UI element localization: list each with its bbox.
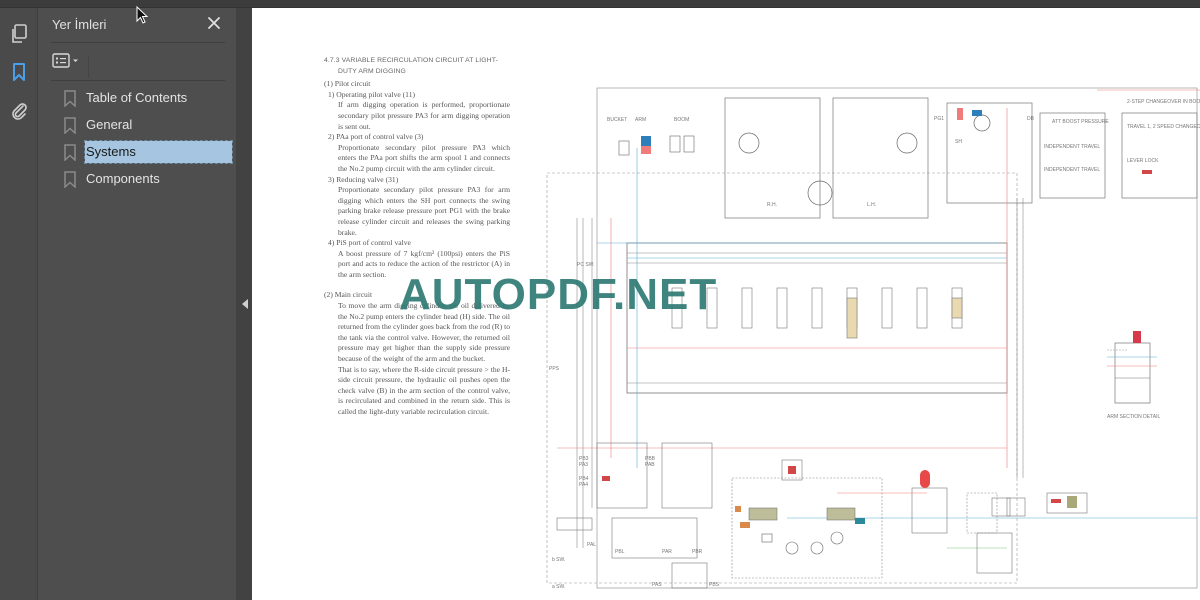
svg-text:PAR: PAR — [662, 549, 672, 555]
pages-button[interactable] — [7, 22, 31, 46]
pilot-valve-right — [661, 442, 713, 509]
svg-text:INDEPENDENT TRAVEL: INDEPENDENT TRAVEL — [1044, 144, 1100, 150]
heading: (2) Main circuit — [324, 290, 373, 300]
paragraph: Proportionate secondary pilot pressure P… — [338, 185, 510, 237]
pages-icon — [12, 24, 27, 43]
accumulator-block — [911, 487, 948, 534]
heading: (1) Pilot circuit — [324, 79, 371, 89]
section-heading-cont: DUTY ARM DIGGING — [338, 67, 406, 75]
heading: 3) Reducing valve (31) — [328, 174, 399, 184]
paragraph: If arm digging operation is performed, p… — [338, 100, 510, 131]
svg-text:LEVER LOCK: LEVER LOCK — [1127, 158, 1159, 164]
list-options-icon — [52, 53, 78, 68]
left-nav-rail — [0, 8, 38, 600]
bookmark-label: Components — [86, 171, 160, 186]
bookmark-general[interactable]: General — [64, 113, 232, 137]
pump-unit-rh — [724, 97, 821, 219]
svg-text:2-STEP CHANGEOVER IN BOOM LOWE: 2-STEP CHANGEOVER IN BOOM LOWERING MAX. … — [1127, 99, 1200, 105]
svg-text:PAL: PAL — [587, 542, 596, 548]
section-heading: 4.7.3 VARIABLE RECIRCULATION CIRCUIT AT … — [324, 57, 498, 64]
svg-text:PBL: PBL — [615, 549, 625, 555]
svg-text:DB: DB — [1027, 116, 1035, 122]
svg-text:PBR: PBR — [692, 549, 703, 555]
close-panel-button[interactable] — [204, 13, 224, 33]
toolbar-divider — [88, 56, 89, 78]
bookmark-components[interactable]: Components — [64, 167, 232, 191]
pump-unit-lh — [832, 97, 929, 219]
svg-text:INDEPENDENT TRAVEL: INDEPENDENT TRAVEL — [1044, 167, 1100, 173]
solenoid-block-33 — [1039, 112, 1106, 199]
svg-text:PBS: PBS — [709, 582, 720, 588]
paperclip-icon — [12, 103, 27, 120]
control-valve — [626, 242, 1008, 394]
bookmark-label: General — [86, 117, 133, 132]
diagram-border — [596, 87, 1198, 589]
heading: 1) Operating pilot valve (11) — [328, 89, 416, 99]
boom-cylinders: BOOM — [669, 117, 695, 153]
label-arm: ARM — [635, 117, 646, 123]
panel-title: Yer İmleri — [52, 17, 107, 32]
hydraulic-circuit-diagram: BUCKET ARM BOOM R.H. L.H. PG1 DB SH ATT … — [546, 87, 1200, 590]
divider — [51, 42, 225, 43]
svg-text:PC SW.: PC SW. — [577, 262, 595, 268]
arm-section-detail: ARM SECTION DETAIL — [1107, 331, 1160, 420]
chevron-left-icon — [242, 299, 248, 309]
svg-text:PPS: PPS — [549, 366, 560, 372]
bookmark-icon — [64, 170, 76, 188]
paragraph: A boost pressure of 7 kgf/cm² (100psi) e… — [338, 248, 510, 279]
document-viewer[interactable]: 4.7.3 VARIABLE RECIRCULATION CIRCUIT AT … — [252, 8, 1200, 600]
bookmark-table-of-contents[interactable]: Table of Contents — [64, 86, 232, 110]
collapse-panel-button[interactable] — [240, 297, 250, 311]
arm-cylinder: ARM — [635, 117, 651, 154]
arm-section-detail-label: ARM SECTION DETAIL — [1107, 414, 1160, 420]
title-bar — [0, 0, 1200, 8]
svg-text:TRAVEL 1, 2 SPEED CHANGEOVER: TRAVEL 1, 2 SPEED CHANGEOVER — [1127, 124, 1200, 130]
bookmark-label: Systems — [84, 140, 233, 164]
paragraph: That is to say, where the R-side circuit… — [338, 364, 510, 416]
attachments-button[interactable] — [7, 98, 31, 122]
label-bucket: BUCKET — [607, 117, 627, 123]
svg-text:R.H.: R.H. — [767, 202, 777, 208]
bookmarks-button[interactable] — [7, 60, 31, 84]
bookmark-icon — [64, 143, 76, 161]
bookmark-systems[interactable]: Systems — [64, 140, 233, 164]
bucket-cylinder: BUCKET — [607, 117, 630, 156]
svg-text:PAS: PAS — [652, 582, 662, 588]
bookmark-icon — [64, 116, 76, 134]
page-text: 4.7.3 VARIABLE RECIRCULATION CIRCUIT AT … — [324, 56, 510, 418]
label-boom: BOOM — [674, 117, 689, 123]
divider — [51, 80, 225, 81]
bookmark-icon — [64, 89, 76, 107]
travel-pilot-valve — [611, 517, 698, 559]
heading: 2) PAa port of control valve (3) — [328, 132, 424, 142]
paragraph: Proportionate secondary pilot pressure P… — [338, 142, 510, 173]
bookmarks-panel: Yer İmleri Table of Contents General Sys… — [38, 8, 236, 600]
bookmark-label: Table of Contents — [86, 90, 188, 105]
heading: 4) PiS port of control valve — [328, 238, 411, 248]
svg-text:PAB: PAB — [645, 462, 655, 468]
bookmark-icon — [13, 63, 25, 81]
close-icon — [208, 17, 220, 29]
svg-text:SH: SH — [955, 139, 962, 145]
pilot-valve-left — [596, 442, 648, 509]
svg-text:b SW.: b SW. — [552, 557, 565, 563]
svg-text:ATT BOOST PRESSURE: ATT BOOST PRESSURE — [1052, 119, 1109, 125]
svg-text:PA4: PA4 — [579, 482, 588, 488]
svg-text:a SW.: a SW. — [552, 584, 565, 590]
diagram-frame — [546, 172, 1018, 584]
paragraph: To move the arm digging cylinder, the oi… — [338, 301, 510, 364]
svg-text:PG1: PG1 — [934, 116, 944, 122]
bookmark-options-button[interactable] — [52, 50, 86, 72]
svg-text:PA3: PA3 — [579, 462, 588, 468]
svg-text:L.H.: L.H. — [867, 202, 876, 208]
